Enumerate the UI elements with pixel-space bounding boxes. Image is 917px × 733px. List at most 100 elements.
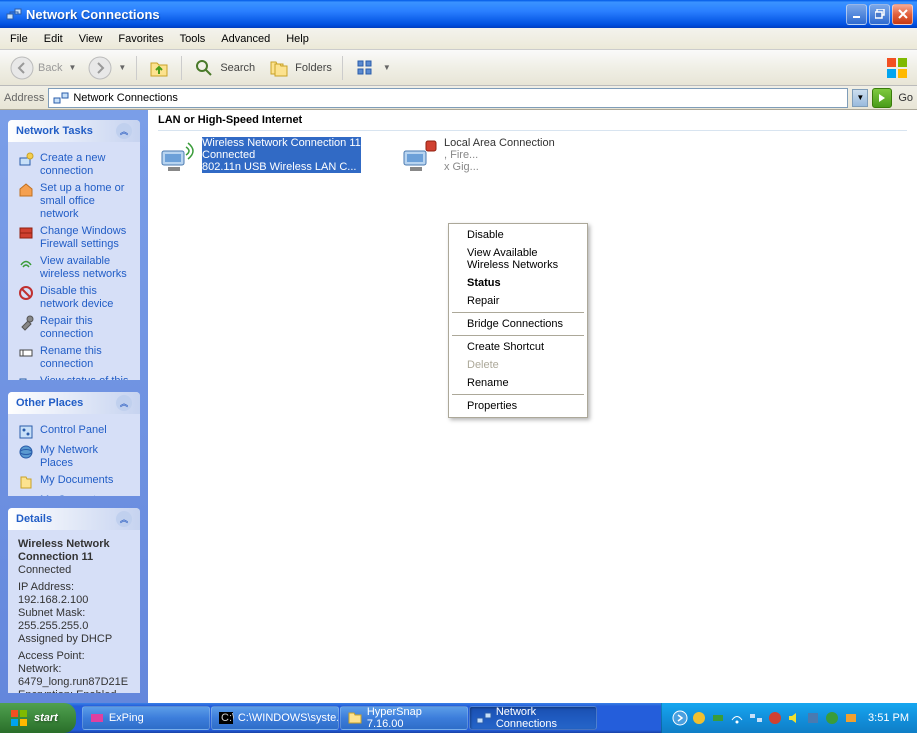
collapse-icon: ︽	[116, 511, 132, 527]
ctx-bridge[interactable]: Bridge Connections	[451, 315, 585, 333]
control-panel-icon	[18, 424, 34, 440]
details-name: Wireless Network Connection 11	[18, 538, 110, 563]
task-disable[interactable]: Disable this network device	[18, 283, 130, 313]
forward-button[interactable]: ▼	[82, 52, 132, 84]
ctx-rename[interactable]: Rename	[451, 374, 585, 392]
clock[interactable]: 3:51 PM	[868, 712, 909, 724]
ctx-repair[interactable]: Repair	[451, 292, 585, 310]
network-tasks-header[interactable]: Network Tasks ︽	[8, 120, 140, 142]
ctx-properties[interactable]: Properties	[451, 397, 585, 415]
tray-volume-icon[interactable]	[786, 710, 802, 726]
tray-icon[interactable]	[691, 710, 707, 726]
ctx-view-networks[interactable]: View Available Wireless Networks	[451, 244, 585, 274]
search-button[interactable]: Search	[186, 52, 261, 84]
task-firewall[interactable]: Change Windows Firewall settings	[18, 223, 130, 253]
back-button[interactable]: Back ▼	[4, 52, 82, 84]
disable-icon	[18, 285, 34, 301]
menu-favorites[interactable]: Favorites	[110, 30, 171, 48]
views-icon	[353, 56, 377, 80]
menu-file[interactable]: File	[2, 30, 36, 48]
connection-wireless[interactable]: Wireless Network Connection 11 Connected…	[158, 137, 388, 177]
menubar: File Edit View Favorites Tools Advanced …	[0, 28, 917, 50]
up-folder-icon	[147, 56, 171, 80]
tray-icon[interactable]	[710, 710, 726, 726]
search-label: Search	[220, 62, 255, 74]
tray-network-icon[interactable]	[748, 710, 764, 726]
address-input[interactable]: Network Connections	[48, 88, 848, 108]
rename-icon	[18, 345, 34, 361]
task-status[interactable]: View status of this connection	[18, 373, 130, 380]
details-ap: Access Point:	[18, 650, 130, 663]
address-dropdown-button[interactable]: ▼	[852, 89, 868, 107]
new-connection-icon	[18, 152, 34, 168]
other-places-header[interactable]: Other Places ︽	[8, 392, 140, 414]
folders-label: Folders	[295, 62, 332, 74]
task-cmd[interactable]: C:\C:\WINDOWS\syste...	[211, 706, 339, 730]
connection-device: 802.11n USB Wireless LAN C...	[202, 161, 361, 173]
folders-button[interactable]: Folders	[261, 52, 338, 84]
menu-advanced[interactable]: Advanced	[213, 30, 278, 48]
place-control-panel[interactable]: Control Panel	[18, 422, 130, 442]
connection-status: , Fire...	[444, 149, 555, 161]
ctx-status[interactable]: Status	[451, 274, 585, 292]
titlebar: Network Connections	[0, 0, 917, 28]
ctx-disable[interactable]: Disable	[451, 226, 585, 244]
ctx-separator	[452, 335, 584, 336]
wireless-icon	[18, 255, 34, 271]
cmd-icon: C:\	[218, 710, 234, 726]
restore-button[interactable]	[869, 4, 890, 25]
other-places-panel: Other Places ︽ Control Panel My Network …	[8, 392, 140, 496]
details-title: Details	[16, 513, 52, 525]
app-icon	[89, 710, 105, 726]
start-label: start	[34, 712, 58, 724]
computer-icon	[18, 494, 34, 496]
minimize-button[interactable]	[846, 4, 867, 25]
tray-icon[interactable]	[843, 710, 859, 726]
firewall-icon	[18, 225, 34, 241]
views-button[interactable]: ▼	[347, 52, 397, 84]
tray-expand-icon[interactable]	[672, 710, 688, 726]
task-setup-network[interactable]: Set up a home or small office network	[18, 180, 130, 223]
go-label: Go	[898, 92, 913, 104]
tray-wireless-icon[interactable]	[729, 710, 745, 726]
tray-icon[interactable]	[824, 710, 840, 726]
network-places-icon	[18, 444, 34, 460]
details-encryption: Encryption: Enabled	[18, 689, 130, 693]
ctx-shortcut[interactable]: Create Shortcut	[451, 338, 585, 356]
task-rename[interactable]: Rename this connection	[18, 343, 130, 373]
address-label: Address	[4, 92, 44, 104]
context-menu: Disable View Available Wireless Networks…	[448, 223, 588, 418]
place-network-places[interactable]: My Network Places	[18, 442, 130, 472]
tray-icon[interactable]	[805, 710, 821, 726]
up-button[interactable]	[141, 52, 177, 84]
content-pane: LAN or High-Speed Internet Wireless Netw…	[148, 110, 917, 703]
place-my-computer[interactable]: My Computer	[18, 492, 130, 496]
task-create-connection[interactable]: Create a new connection	[18, 150, 130, 180]
wireless-connection-icon	[158, 137, 198, 177]
place-my-documents[interactable]: My Documents	[18, 472, 130, 492]
task-view-wireless[interactable]: View available wireless networks	[18, 253, 130, 283]
task-network-connections[interactable]: Network Connections	[469, 706, 597, 730]
menu-help[interactable]: Help	[278, 30, 317, 48]
go-button[interactable]	[872, 88, 892, 108]
task-hypersnap[interactable]: HyperSnap 7.16.00	[340, 706, 468, 730]
system-tray[interactable]: 3:51 PM	[661, 703, 917, 733]
connection-lan[interactable]: Local Area Connection , Fire... x Gig...	[400, 137, 630, 177]
start-button[interactable]: start	[0, 703, 76, 733]
back-icon	[10, 56, 34, 80]
details-header[interactable]: Details ︽	[8, 508, 140, 530]
taskbar: start ExPing C:\C:\WINDOWS\syste... Hype…	[0, 703, 917, 733]
address-value: Network Connections	[73, 92, 178, 104]
ctx-separator	[452, 394, 584, 395]
close-button[interactable]	[892, 4, 913, 25]
menu-tools[interactable]: Tools	[172, 30, 214, 48]
details-dhcp: Assigned by DHCP	[18, 633, 130, 646]
task-exping[interactable]: ExPing	[82, 706, 210, 730]
toolbar: Back ▼ ▼ Search Folders ▼	[0, 50, 917, 86]
task-repair[interactable]: Repair this connection	[18, 313, 130, 343]
ctx-delete: Delete	[451, 356, 585, 374]
menu-edit[interactable]: Edit	[36, 30, 71, 48]
menu-view[interactable]: View	[71, 30, 111, 48]
chevron-down-icon: ▼	[118, 63, 126, 72]
tray-icon[interactable]	[767, 710, 783, 726]
